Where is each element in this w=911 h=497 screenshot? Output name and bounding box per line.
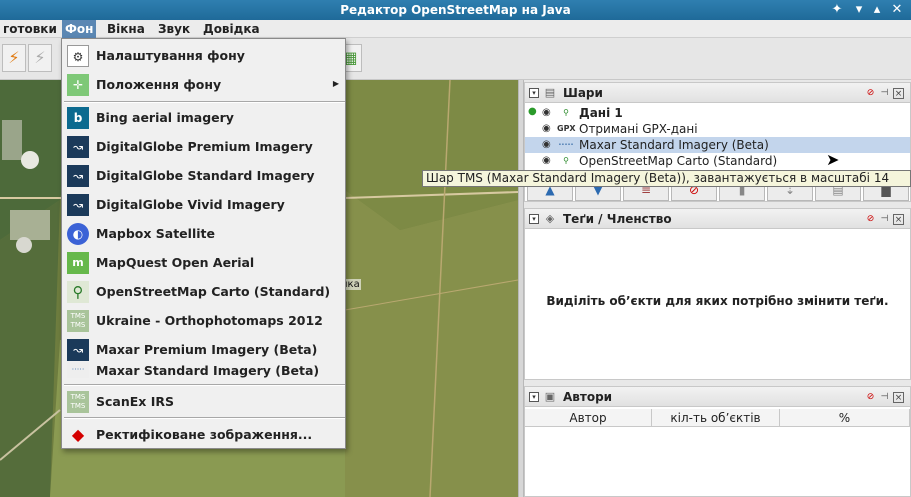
tags-empty-message: Виділіть об’єкти для яких потрібно зміни… <box>546 294 889 308</box>
menu-item-background-settings[interactable]: ⚙ Налаштування фону <box>62 41 345 70</box>
collapse-toggle-icon[interactable]: ▾ <box>529 88 539 98</box>
authors-icon: ▣ <box>544 390 556 403</box>
menu-tools[interactable]: готовки <box>0 20 60 38</box>
simplify-way-icon[interactable]: ⚡ <box>2 44 26 72</box>
mapquest-icon: m <box>67 252 89 274</box>
close-panel-icon[interactable]: × <box>893 88 904 99</box>
settings-icon: ⚙ <box>67 45 89 67</box>
magnifier-icon: ⚲ <box>563 156 569 165</box>
minimize-button[interactable]: ▾ <box>850 1 868 19</box>
tags-panel-title: Теґи / Членство <box>563 212 672 226</box>
layer-name: Дані 1 <box>579 106 623 120</box>
menu-help[interactable]: Довідка <box>200 20 263 38</box>
menu-bar: готовки Фон Вікна Звук Довідка <box>0 20 911 38</box>
digitalglobe-icon: ↝ <box>67 194 89 216</box>
maxar-icon: ····· <box>67 362 89 378</box>
visibility-eye-icon[interactable]: ◉ <box>542 123 551 134</box>
menu-item-imagery[interactable]: ····· Maxar Standard Imagery (Beta) <box>62 360 345 382</box>
offset-icon: ✛ <box>67 74 89 96</box>
digitalglobe-icon: ↝ <box>67 165 89 187</box>
authors-panel-header: ▾ ▣ Автори ⊘ ⊣ × <box>525 387 910 407</box>
maxar-icon: ↝ <box>67 339 89 361</box>
maximize-button[interactable]: ▴ <box>868 1 886 19</box>
mapbox-icon: ◐ <box>67 223 89 245</box>
close-button[interactable]: ✕ <box>888 1 906 19</box>
close-panel-icon[interactable]: × <box>893 214 904 225</box>
menu-sound[interactable]: Звук <box>155 20 193 38</box>
layer-name: OpenStreetMap Carto (Standard) <box>579 154 778 168</box>
collapse-toggle-icon[interactable]: ▾ <box>529 392 539 402</box>
data-layer-icon: ⚲ <box>563 108 569 117</box>
magnifier-icon: ⚲ <box>67 281 89 303</box>
layers-icon: ▤ <box>544 86 556 99</box>
close-panel-icon[interactable]: × <box>893 392 904 403</box>
gpx-icon: GPX <box>557 124 576 133</box>
column-author[interactable]: Автор <box>525 409 652 427</box>
pin-icon[interactable]: ⊣ <box>879 214 890 225</box>
menu-background[interactable]: Фон <box>62 20 97 38</box>
no-edit-icon[interactable]: ⊘ <box>865 214 876 225</box>
visibility-eye-icon[interactable]: ◉ <box>542 155 551 166</box>
tags-panel: ▾ ◈ Теґи / Членство ⊘ ⊣ × Виділіть об’єк… <box>524 208 911 380</box>
menu-windows[interactable]: Вікна <box>104 20 148 38</box>
layers-panel-header: ▾ ▤ Шари ⊘ ⊣ × <box>525 83 910 103</box>
menu-item-imagery[interactable]: ↝ DigitalGlobe Premium Imagery <box>62 132 345 161</box>
menu-item-background-offset[interactable]: ✛ Положення фону ▶ <box>62 70 345 99</box>
split-way-icon[interactable]: ⚡ <box>28 44 52 72</box>
visibility-eye-icon[interactable]: ◉ <box>542 107 551 118</box>
active-check-icon: ● <box>528 106 537 117</box>
layer-tooltip: Шар TMS (Maxar Standard Imagery (Beta)),… <box>422 170 911 187</box>
tms-icon: TMS TMS <box>67 310 89 332</box>
menu-item-imagery[interactable]: ⚲ OpenStreetMap Carto (Standard) <box>62 277 345 306</box>
digitalglobe-icon: ↝ <box>67 136 89 158</box>
menu-item-imagery[interactable]: TMS TMS Ukraine - Orthophotomaps 2012 <box>62 306 345 335</box>
layer-name: Отримані GPX-дані <box>579 122 698 136</box>
layer-row[interactable]: ◉ ····· Maxar Standard Imagery (Beta) <box>525 137 910 153</box>
bing-icon: b <box>67 107 89 129</box>
menu-item-imagery[interactable]: m MapQuest Open Aerial <box>62 248 345 277</box>
column-percent[interactable]: % <box>780 409 910 427</box>
menu-item-imagery[interactable]: ↝ DigitalGlobe Standard Imagery <box>62 161 345 190</box>
collapse-toggle-icon[interactable]: ▾ <box>529 214 539 224</box>
tags-panel-header: ▾ ◈ Теґи / Членство ⊘ ⊣ × <box>525 209 910 229</box>
menu-item-imagery[interactable]: ↝ DigitalGlobe Vivid Imagery <box>62 190 345 219</box>
menu-item-imagery[interactable]: TMS TMS ScanEx IRS <box>62 387 345 416</box>
layer-row[interactable]: ◉ GPX Отримані GPX-дані <box>525 121 910 137</box>
menu-separator <box>64 417 345 419</box>
rectify-icon: ◆ <box>71 425 85 444</box>
tms-icon: TMS TMS <box>67 391 89 413</box>
submenu-arrow-icon: ▶ <box>332 79 339 88</box>
tag-icon: ◈ <box>545 212 555 225</box>
menu-item-rectified-image[interactable]: ◆ Ректифіковане зображення... <box>62 420 345 449</box>
pin-icon[interactable]: ✦ <box>828 1 846 19</box>
layers-panel-title: Шари <box>563 86 603 100</box>
menu-item-imagery[interactable]: b Bing aerial imagery <box>62 103 345 132</box>
menu-separator <box>64 384 345 386</box>
menu-item-imagery[interactable]: ◐ Mapbox Satellite <box>62 219 345 248</box>
background-menu: ⚙ Налаштування фону ✛ Положення фону ▶ b… <box>61 38 346 449</box>
authors-panel: ▾ ▣ Автори ⊘ ⊣ × Автор кіл-ть об’єктів % <box>524 386 911 497</box>
pin-icon[interactable]: ⊣ <box>879 392 890 403</box>
title-bar: Редактор OpenStreetMap на Java ✦ ▾ ▴ ✕ <box>0 0 911 20</box>
visibility-eye-icon[interactable]: ◉ <box>542 139 551 150</box>
layer-row[interactable]: ● ◉ ⚲ Дані 1 <box>525 105 910 121</box>
window-title: Редактор OpenStreetMap на Java <box>340 3 571 17</box>
mouse-cursor-icon: ➤ <box>826 150 840 169</box>
authors-table-header: Автор кіл-ть об’єктів % <box>525 409 910 427</box>
no-edit-icon[interactable]: ⊘ <box>865 392 876 403</box>
pin-icon[interactable]: ⊣ <box>879 88 890 99</box>
layer-name: Maxar Standard Imagery (Beta) <box>579 138 769 152</box>
layer-row[interactable]: ◉ ⚲ OpenStreetMap Carto (Standard) <box>525 153 910 169</box>
authors-panel-title: Автори <box>563 390 613 404</box>
no-edit-icon[interactable]: ⊘ <box>865 88 876 99</box>
maxar-icon: ····· <box>558 140 574 149</box>
column-count[interactable]: кіл-ть об’єктів <box>652 409 780 427</box>
